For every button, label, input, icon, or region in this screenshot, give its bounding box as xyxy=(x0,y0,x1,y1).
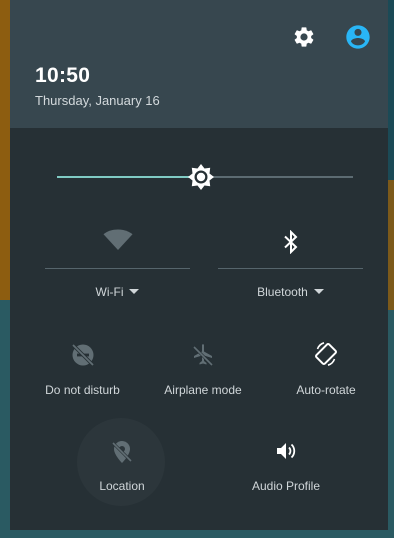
brightness-icon[interactable] xyxy=(187,163,215,191)
clock-time: 10:50 xyxy=(35,64,91,87)
tile-divider xyxy=(45,268,190,269)
screen-rotation-icon xyxy=(315,342,337,366)
tile-do-not-disturb-label: Do not disturb xyxy=(45,383,120,397)
tile-bluetooth[interactable]: Bluetooth xyxy=(218,225,363,310)
date-text: Thursday, January 16 xyxy=(35,93,160,108)
gear-icon[interactable] xyxy=(292,25,316,49)
tile-airplane-mode-label: Airplane mode xyxy=(164,383,242,397)
airplane-off-icon xyxy=(192,344,214,367)
tile-location-label: Location xyxy=(99,479,145,493)
wallpaper-edge xyxy=(388,180,394,310)
account-circle-icon[interactable] xyxy=(344,23,372,51)
wallpaper-edge xyxy=(388,310,394,538)
tile-airplane-mode[interactable]: Airplane mode xyxy=(155,340,251,402)
do-not-disturb-off-icon xyxy=(71,343,94,367)
tile-audio-profile[interactable]: Audio Profile xyxy=(238,435,334,497)
wifi-icon xyxy=(103,229,132,250)
wallpaper-edge xyxy=(0,300,10,538)
location-off-icon xyxy=(111,441,133,463)
brightness-slider-track xyxy=(202,176,353,178)
tile-do-not-disturb[interactable]: Do not disturb xyxy=(35,340,130,402)
quick-settings-panel: 10:50 Thursday, January 16 Wi-Fi Bluetoo… xyxy=(10,0,388,530)
tile-wifi-label: Wi-Fi xyxy=(45,285,190,299)
tile-location[interactable]: Location xyxy=(75,418,169,506)
tile-auto-rotate-label: Auto-rotate xyxy=(296,383,356,397)
tile-audio-profile-label: Audio Profile xyxy=(251,479,321,493)
tile-bluetooth-label: Bluetooth xyxy=(218,285,363,299)
tile-auto-rotate[interactable]: Auto-rotate xyxy=(278,340,374,402)
volume-icon xyxy=(277,443,296,459)
quick-settings-header: 10:50 Thursday, January 16 xyxy=(10,0,388,128)
tile-divider xyxy=(218,268,363,269)
tile-wifi[interactable]: Wi-Fi xyxy=(45,225,190,310)
wallpaper-edge xyxy=(0,0,10,300)
chevron-down-icon[interactable] xyxy=(129,289,140,294)
wallpaper-edge xyxy=(388,0,394,180)
chevron-down-icon[interactable] xyxy=(313,289,324,294)
wallpaper-edge xyxy=(0,530,394,538)
bluetooth-icon xyxy=(283,230,297,254)
brightness-slider-fill xyxy=(57,176,202,178)
brightness-slider[interactable] xyxy=(57,160,353,194)
